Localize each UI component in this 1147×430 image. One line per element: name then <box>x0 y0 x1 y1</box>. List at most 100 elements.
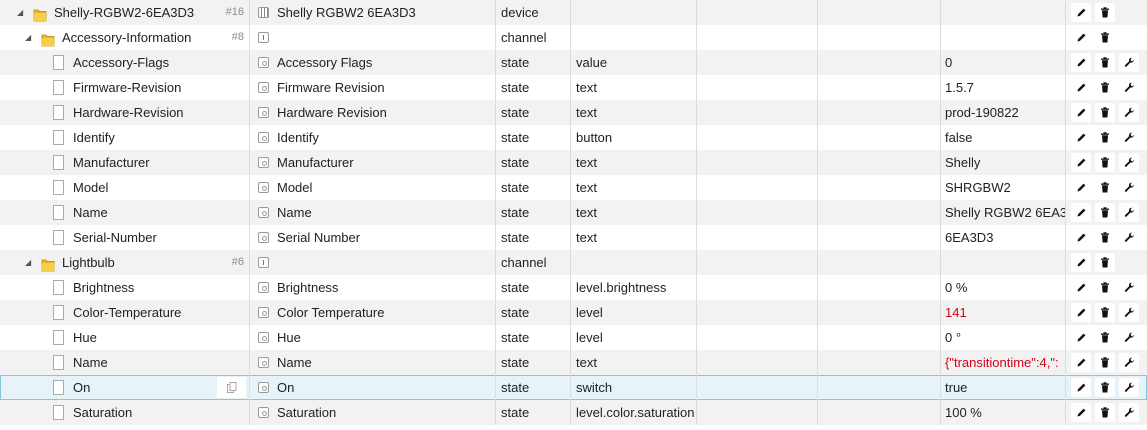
table-row[interactable]: Name Name state text {"transitiontime":4,": <box>0 350 1147 375</box>
room-cell[interactable] <box>697 400 818 425</box>
value-cell[interactable]: 0 <box>941 50 1066 75</box>
title-cell[interactable]: Firmware Revision <box>250 75 496 100</box>
role-cell[interactable]: text <box>571 175 697 200</box>
value-cell[interactable]: 100 % <box>941 400 1066 425</box>
trash-icon[interactable] <box>1095 3 1115 22</box>
function-cell[interactable] <box>818 75 941 100</box>
table-row[interactable]: Name Name statetext Shelly RGBW2 6EA3D3 <box>0 200 1147 225</box>
role-cell[interactable]: level <box>571 300 697 325</box>
trash-icon[interactable] <box>1095 328 1115 347</box>
title-cell[interactable]: Hardware Revision <box>250 100 496 125</box>
name-cell[interactable]: ◢ Accessory-Information #8 <box>0 25 250 50</box>
pencil-icon[interactable] <box>1071 278 1091 297</box>
trash-icon[interactable] <box>1095 403 1115 422</box>
wrench-icon[interactable] <box>1119 78 1139 97</box>
table-row[interactable]: Model Model state text SHRGBW2 <box>0 175 1147 200</box>
trash-icon[interactable] <box>1095 278 1115 297</box>
function-cell[interactable] <box>818 175 941 200</box>
trash-icon[interactable] <box>1095 178 1115 197</box>
function-cell[interactable] <box>818 275 941 300</box>
wrench-icon[interactable] <box>1119 378 1139 397</box>
role-cell[interactable]: switch <box>571 375 697 400</box>
table-row[interactable]: Color-Temperature Color Temperature state l… <box>0 300 1147 325</box>
pencil-icon[interactable] <box>1071 228 1091 247</box>
room-cell[interactable] <box>697 50 818 75</box>
trash-icon[interactable] <box>1095 228 1115 247</box>
role-cell[interactable]: text <box>571 150 697 175</box>
function-cell[interactable] <box>818 150 941 175</box>
title-cell[interactable]: Hue <box>250 325 496 350</box>
role-cell[interactable]: text <box>571 350 697 375</box>
name-cell[interactable]: Saturation <box>0 400 250 425</box>
room-cell[interactable] <box>697 125 818 150</box>
table-row[interactable]: Saturation Saturation state level.color.sat… <box>0 400 1147 425</box>
title-cell[interactable]: Identify <box>250 125 496 150</box>
name-cell[interactable]: Manufacturer <box>0 150 250 175</box>
table-row[interactable]: On On state switch true <box>0 375 1147 400</box>
room-cell[interactable] <box>697 375 818 400</box>
role-cell[interactable] <box>571 0 697 25</box>
pencil-icon[interactable] <box>1071 253 1091 272</box>
role-cell[interactable]: value <box>571 50 697 75</box>
wrench-icon[interactable] <box>1119 328 1139 347</box>
value-cell[interactable]: Shelly <box>941 150 1066 175</box>
name-cell[interactable]: ◢ Lightbulb #6 <box>0 250 250 275</box>
room-cell[interactable] <box>697 100 818 125</box>
function-cell[interactable] <box>818 100 941 125</box>
title-cell[interactable]: Manufacturer <box>250 150 496 175</box>
room-cell[interactable] <box>697 300 818 325</box>
name-cell[interactable]: Accessory-Flags <box>0 50 250 75</box>
role-cell[interactable]: text <box>571 225 697 250</box>
role-cell[interactable]: text <box>571 200 697 225</box>
wrench-icon[interactable] <box>1119 403 1139 422</box>
table-row[interactable]: Brightness Brightness state level.brightnes… <box>0 275 1147 300</box>
role-cell[interactable]: text <box>571 100 697 125</box>
pencil-icon[interactable] <box>1071 378 1091 397</box>
table-row[interactable]: Serial-Number Serial Number state text 6EA3D… <box>0 225 1147 250</box>
pencil-icon[interactable] <box>1071 153 1091 172</box>
room-cell[interactable] <box>697 150 818 175</box>
value-cell[interactable]: 141 <box>941 300 1066 325</box>
device-row[interactable]: ◢ Shelly-RGBW2-6EA3D3 #16 Shelly RGBW2 6EA3… <box>0 0 1147 25</box>
wrench-icon[interactable] <box>1119 178 1139 197</box>
room-cell[interactable] <box>697 200 818 225</box>
title-cell[interactable]: On <box>250 375 496 400</box>
function-cell[interactable] <box>818 200 941 225</box>
name-cell[interactable]: Color-Temperature <box>0 300 250 325</box>
expand-toggle-icon[interactable]: ◢ <box>17 8 27 18</box>
pencil-icon[interactable] <box>1071 103 1091 122</box>
room-cell[interactable] <box>697 275 818 300</box>
name-cell[interactable]: Name <box>0 200 250 225</box>
pencil-icon[interactable] <box>1071 353 1091 372</box>
value-cell[interactable]: true <box>941 375 1066 400</box>
function-cell[interactable] <box>818 400 941 425</box>
room-cell[interactable] <box>697 175 818 200</box>
room-cell[interactable] <box>697 350 818 375</box>
function-cell[interactable] <box>818 250 941 275</box>
function-cell[interactable] <box>818 50 941 75</box>
pencil-icon[interactable] <box>1071 303 1091 322</box>
trash-icon[interactable] <box>1095 78 1115 97</box>
title-cell[interactable]: Name <box>250 350 496 375</box>
room-cell[interactable] <box>697 225 818 250</box>
trash-icon[interactable] <box>1095 303 1115 322</box>
trash-icon[interactable] <box>1095 153 1115 172</box>
name-cell[interactable]: Name <box>0 350 250 375</box>
pencil-icon[interactable] <box>1071 203 1091 222</box>
value-cell[interactable]: false <box>941 125 1066 150</box>
value-cell[interactable]: {"transitiontime":4,": <box>941 350 1066 375</box>
title-cell[interactable]: Serial Number <box>250 225 496 250</box>
table-row[interactable]: Identify Identify state button false <box>0 125 1147 150</box>
function-cell[interactable] <box>818 225 941 250</box>
pencil-icon[interactable] <box>1071 3 1091 22</box>
role-cell[interactable] <box>571 250 697 275</box>
function-cell[interactable] <box>818 0 941 25</box>
wrench-icon[interactable] <box>1119 153 1139 172</box>
name-cell[interactable]: On <box>0 375 250 400</box>
wrench-icon[interactable] <box>1119 353 1139 372</box>
channel-row[interactable]: ◢ Accessory-Information #8 channel <box>0 25 1147 50</box>
table-row[interactable]: Accessory-Flags Accessory Flags state value… <box>0 50 1147 75</box>
trash-icon[interactable] <box>1095 28 1115 47</box>
room-cell[interactable] <box>697 325 818 350</box>
wrench-icon[interactable] <box>1119 303 1139 322</box>
